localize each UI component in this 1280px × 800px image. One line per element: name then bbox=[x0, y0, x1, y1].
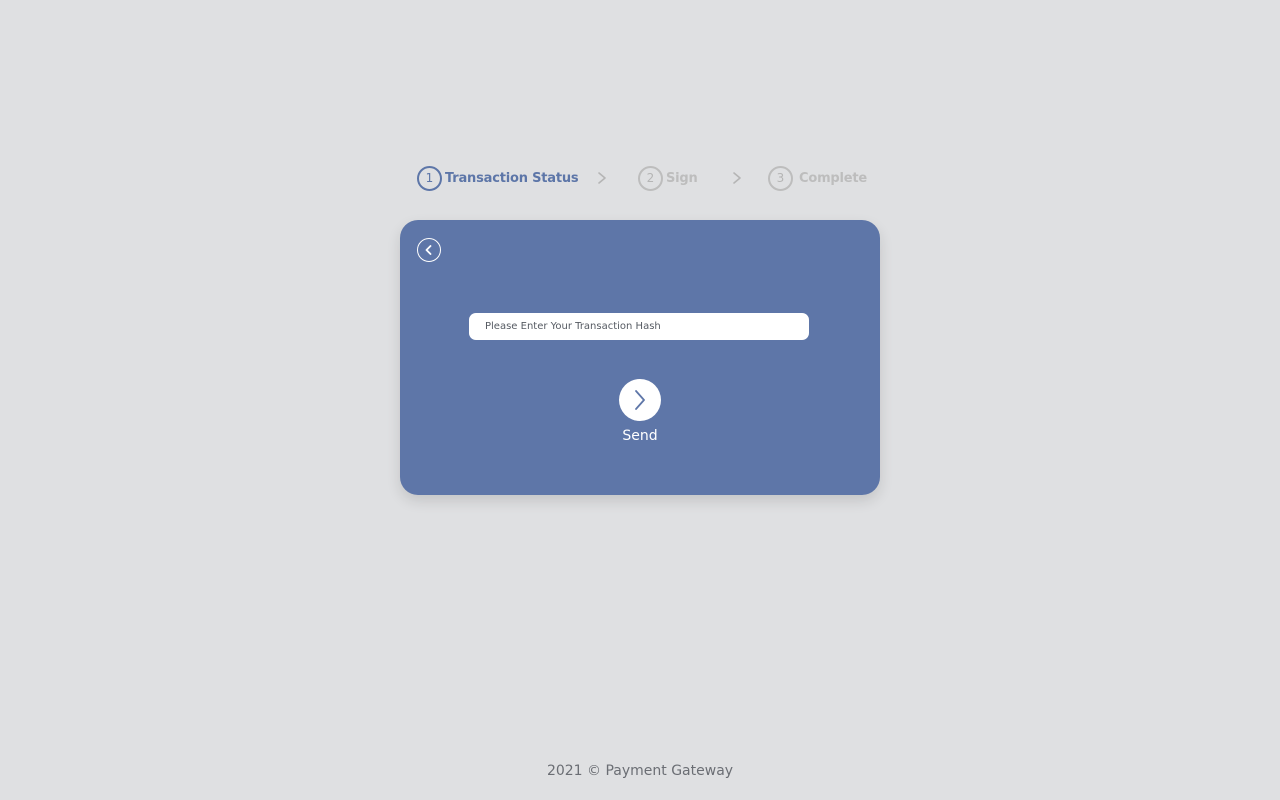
back-button[interactable] bbox=[417, 238, 441, 262]
step-sign: 2 Sign bbox=[638, 165, 698, 191]
chevron-right-icon bbox=[635, 390, 645, 410]
send-label: Send bbox=[622, 428, 658, 444]
step-complete: 3 Complete bbox=[768, 165, 867, 191]
step-transaction-status: 1 Transaction Status bbox=[417, 165, 579, 191]
transaction-card: Send bbox=[400, 220, 880, 495]
send-button[interactable] bbox=[619, 379, 661, 421]
chevron-left-icon bbox=[425, 245, 432, 255]
step-number-badge: 3 bbox=[768, 165, 793, 191]
chevron-right-icon bbox=[733, 172, 741, 184]
step-number-badge: 2 bbox=[638, 165, 663, 191]
transaction-hash-input[interactable] bbox=[469, 313, 809, 340]
step-label: Transaction Status bbox=[445, 170, 579, 186]
footer-copyright: 2021 © Payment Gateway bbox=[546, 763, 734, 779]
chevron-right-icon bbox=[598, 172, 606, 184]
step-label: Sign bbox=[666, 170, 698, 186]
stepper: 1 Transaction Status 2 Sign 3 Complete bbox=[417, 165, 877, 191]
step-label: Complete bbox=[799, 170, 868, 186]
step-number-badge: 1 bbox=[417, 165, 442, 191]
